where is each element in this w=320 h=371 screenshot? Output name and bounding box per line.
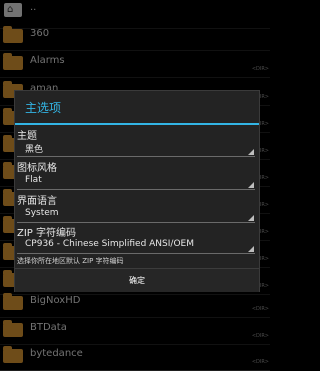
dialog-title: 主选项: [25, 101, 62, 115]
dropdown-arrow-icon: [248, 215, 254, 221]
zip-encoding-select[interactable]: CP936 - Chinese Simplified ANSI/OEM: [17, 238, 255, 254]
zip-encoding-label: ZIP 字符编码: [17, 228, 77, 239]
language-value: System: [25, 208, 59, 218]
main-options-dialog: 主选项 主题 黑色 图标风格 Flat 界面语言 System ZIP 字符编码…: [14, 90, 260, 292]
theme-select[interactable]: 黑色: [17, 141, 255, 157]
theme-value: 黑色: [25, 145, 44, 155]
icon-style-label: 图标风格: [17, 163, 57, 174]
title-divider: [15, 123, 259, 125]
theme-label: 主题: [17, 131, 37, 142]
zip-encoding-value: CP936 - Chinese Simplified ANSI/OEM: [25, 239, 194, 249]
ok-button[interactable]: 确定: [15, 269, 259, 292]
dropdown-arrow-icon: [248, 149, 254, 155]
dropdown-arrow-icon: [248, 182, 254, 188]
button-bar: 确定: [15, 268, 259, 292]
icon-style-value: Flat: [25, 175, 42, 185]
zip-encoding-hint: 选择你所在地区默认 ZIP 字符编码: [17, 257, 124, 265]
icon-style-select[interactable]: Flat: [17, 174, 255, 190]
language-select[interactable]: System: [17, 207, 255, 223]
language-label: 界面语言: [17, 196, 57, 207]
dropdown-arrow-icon: [248, 246, 254, 252]
